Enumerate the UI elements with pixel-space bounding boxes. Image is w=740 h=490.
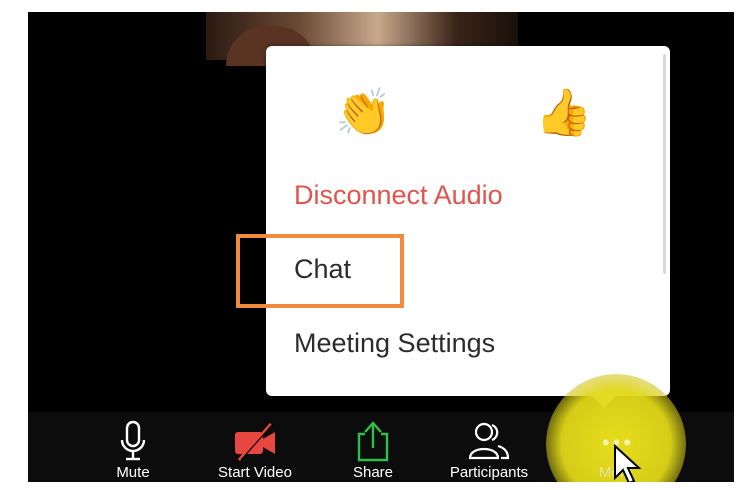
- share-button[interactable]: Share: [338, 412, 408, 482]
- popup-scrollbar[interactable]: [663, 54, 666, 274]
- chat-highlight-box: [236, 234, 404, 308]
- disconnect-audio-menu-item[interactable]: Disconnect Audio: [294, 180, 503, 211]
- clapping-hands-icon[interactable]: 👏: [334, 82, 394, 142]
- participants-button[interactable]: Participants: [434, 412, 544, 482]
- start-video-label: Start Video: [218, 464, 292, 481]
- mouse-pointer-icon: [614, 444, 642, 482]
- participants-label: Participants: [449, 464, 529, 481]
- share-label: Share: [352, 464, 394, 481]
- start-video-button[interactable]: Start Video: [200, 412, 310, 482]
- mute-button[interactable]: Mute: [98, 412, 168, 482]
- participants-icon: [468, 422, 510, 460]
- mute-label: Mute: [116, 464, 150, 481]
- meeting-screen: 👏 👍 Disconnect Audio Chat Meeting Settin…: [28, 12, 734, 482]
- share-icon: [357, 421, 389, 462]
- microphone-icon: [120, 420, 146, 461]
- more-options-popup: 👏 👍 Disconnect Audio Chat Meeting Settin…: [266, 46, 670, 408]
- video-off-icon: [235, 423, 275, 461]
- thumbs-up-icon[interactable]: 👍: [534, 82, 594, 142]
- meeting-settings-menu-item[interactable]: Meeting Settings: [294, 328, 495, 359]
